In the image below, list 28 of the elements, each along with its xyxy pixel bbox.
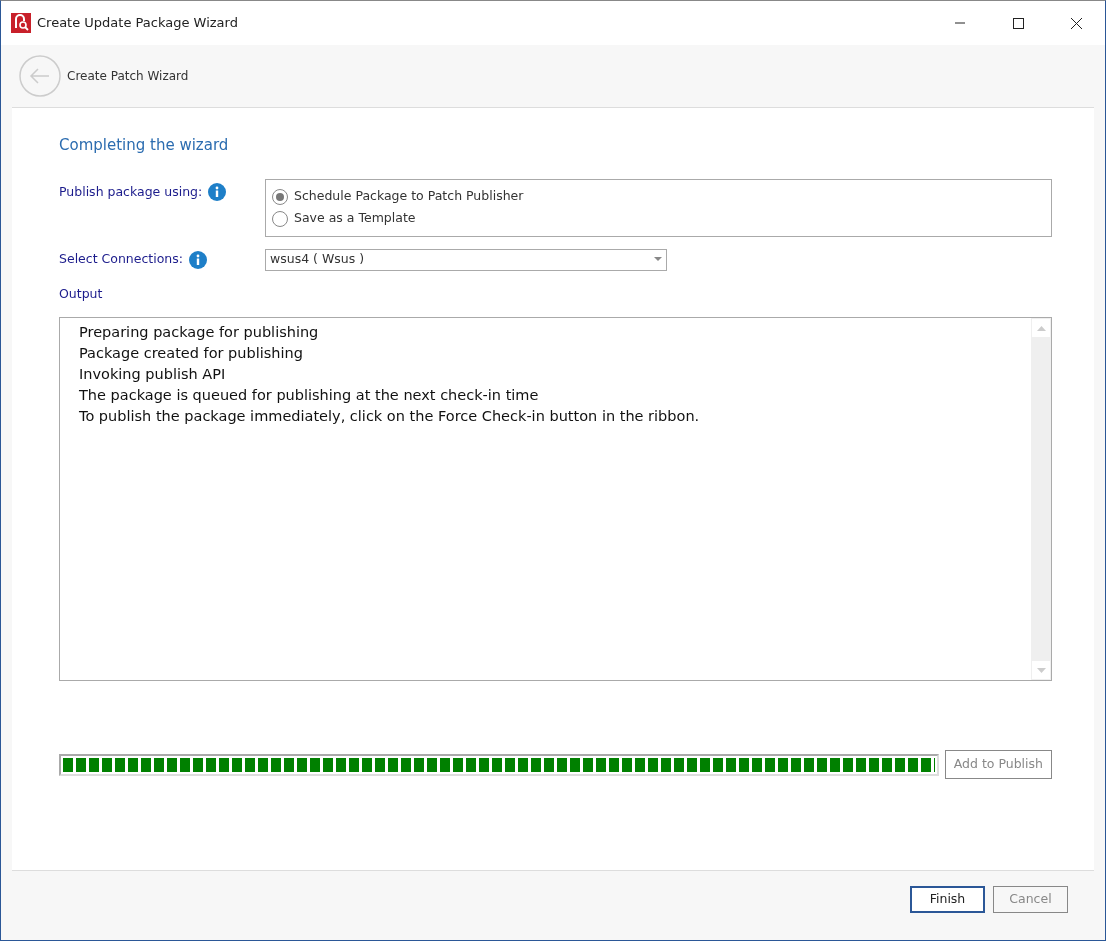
field-label: Publish package using: xyxy=(59,182,203,201)
log-line: To publish the package immediately, click on the Force Check-in button in the ribbon. xyxy=(79,407,701,427)
header-title: Create Patch Wizard xyxy=(67,68,189,85)
log-line: Package created for publishing xyxy=(79,344,304,364)
close-icon[interactable] xyxy=(1069,16,1083,30)
radio-label[interactable]: Save as a Template xyxy=(294,209,416,228)
field-label: Select Connections: xyxy=(59,250,183,269)
radio-button[interactable] xyxy=(272,188,288,205)
info-icon xyxy=(208,182,227,201)
radio-label[interactable]: Schedule Package to Patch Publisher xyxy=(294,187,524,206)
log-line: The package is queued for publishing at the next check-in time xyxy=(79,386,540,406)
scroll-down-button[interactable] xyxy=(1032,661,1050,680)
radio-button[interactable] xyxy=(272,210,288,227)
scroll-down-icon xyxy=(1036,667,1046,673)
maximize-icon[interactable] xyxy=(1011,16,1025,30)
log-line: Invoking publish API xyxy=(79,365,227,385)
caret-icon xyxy=(654,257,662,262)
scrollbar[interactable] xyxy=(1031,318,1051,681)
window-title: Create Update Package Wizard xyxy=(37,14,238,33)
scroll-up-icon xyxy=(1036,325,1046,331)
info-icon xyxy=(189,250,207,269)
app-logo-icon xyxy=(11,13,31,33)
connections-dropdown[interactable]: wsus4 ( Wsus ) xyxy=(265,248,667,271)
log-line: Preparing package for publishing xyxy=(79,323,320,343)
page-title: Completing the wizard xyxy=(59,135,230,156)
section-label: Output xyxy=(59,284,104,303)
dialog-button[interactable]: Finish xyxy=(910,886,985,913)
scroll-up-button[interactable] xyxy=(1032,319,1050,338)
